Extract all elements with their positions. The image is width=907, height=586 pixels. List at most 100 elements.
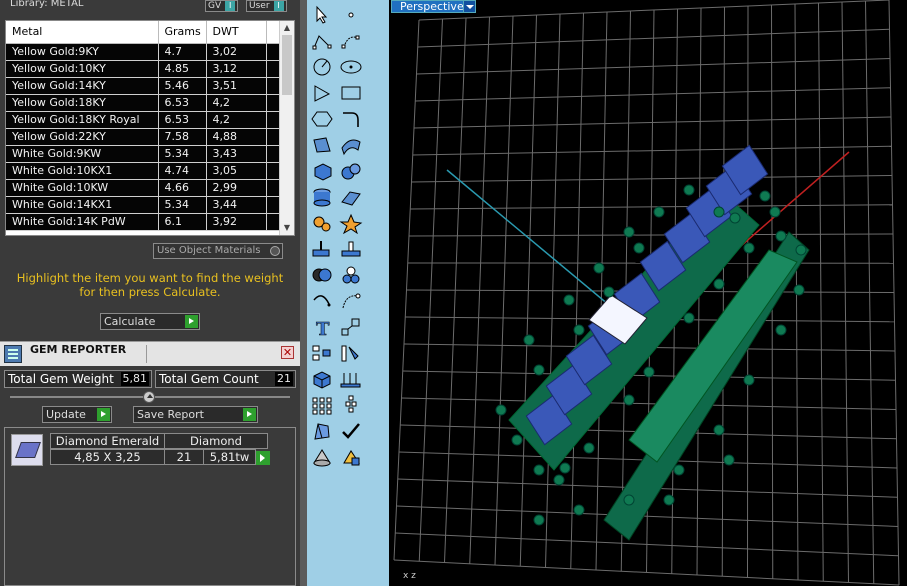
viewport-canvas[interactable]: [389, 0, 907, 586]
dwt-cell: 4,88: [206, 128, 267, 146]
table-row[interactable]: Yellow Gold:9KY 4.7 3,02: [6, 43, 281, 61]
panel-splitter[interactable]: [300, 0, 307, 586]
calculate-label: Calculate: [104, 315, 156, 328]
box-icon[interactable]: [309, 160, 335, 182]
grams-cell: 4.66: [158, 179, 207, 197]
solid-box-icon[interactable]: [309, 368, 335, 390]
prong: [643, 366, 655, 378]
transform-icon[interactable]: [309, 134, 335, 156]
control-points-icon[interactable]: [338, 30, 364, 52]
prong: [593, 262, 605, 274]
table-row[interactable]: White Gold:14K PdW 6.1 3,92: [6, 213, 281, 231]
column-header-grams[interactable]: Grams: [158, 21, 207, 44]
table-row[interactable]: Yellow Gold:10KY 4.85 3,12: [6, 60, 281, 78]
grams-cell: 4.7: [158, 43, 207, 61]
update-button[interactable]: Update: [42, 406, 112, 423]
array-arrows-icon[interactable]: [338, 368, 364, 390]
calculate-button[interactable]: Calculate: [100, 313, 200, 330]
prong: [511, 434, 523, 446]
ellipse-icon[interactable]: [338, 56, 364, 78]
prong: [743, 242, 755, 254]
close-icon[interactable]: ✕: [281, 346, 294, 359]
table-row[interactable]: White Gold:10KX1 4.74 3,05: [6, 162, 281, 180]
dwt-cell: 3,02: [206, 43, 267, 61]
go-arrow-icon[interactable]: [256, 451, 270, 465]
scale-icon[interactable]: [338, 316, 364, 338]
chevron-down-icon[interactable]: [463, 1, 475, 12]
table-row[interactable]: White Gold:14KX1 5.34 3,44: [6, 196, 281, 214]
toggle-icon: I: [273, 1, 284, 11]
polyline-icon[interactable]: [309, 30, 335, 52]
prong: [573, 504, 585, 516]
tool-palette: T: [307, 0, 389, 586]
rebuild-curve-icon[interactable]: [338, 290, 364, 312]
header-divider: [146, 345, 147, 363]
spheres-icon[interactable]: [338, 160, 364, 182]
viewport-view-selector[interactable]: Perspective: [391, 0, 476, 13]
metal-name-cell: Yellow Gold:9KY: [6, 43, 159, 61]
column-header-dwt[interactable]: DWT: [206, 21, 267, 44]
prong: [759, 190, 771, 202]
text-icon[interactable]: T: [309, 316, 335, 341]
arc-icon[interactable]: [309, 290, 335, 312]
gem-material: Diamond: [164, 433, 268, 449]
cylinder-icon[interactable]: [309, 186, 335, 208]
left-panel: Library: METAL GV I User I Metal Grams DWT…: [0, 0, 300, 586]
rectangle-icon[interactable]: [338, 82, 364, 104]
align-icon[interactable]: [309, 342, 335, 364]
boolean-icon[interactable]: [309, 264, 335, 286]
gem-thumbnail-icon: [11, 434, 43, 466]
column-header-metal[interactable]: Metal: [6, 21, 159, 44]
polygon-icon[interactable]: [309, 82, 335, 104]
perspective-viewport[interactable]: Perspective x z: [389, 0, 907, 586]
metal-table-scrollbar[interactable]: ▲ ▼: [279, 21, 294, 235]
use-object-materials-option[interactable]: Use Object Materials: [153, 243, 283, 259]
scroll-thumb[interactable]: [282, 35, 292, 95]
circle-icon[interactable]: [309, 56, 335, 78]
metal-name-cell: Yellow Gold:22KY: [6, 128, 159, 146]
table-row[interactable]: White Gold:10KW 4.66 2,99: [6, 179, 281, 197]
checkmark-icon[interactable]: [338, 420, 364, 442]
cone-icon[interactable]: [309, 446, 335, 468]
point-icon[interactable]: [338, 4, 364, 26]
explode-icon[interactable]: [338, 212, 364, 235]
gear-settings-icon[interactable]: [309, 212, 335, 234]
radio-icon[interactable]: [270, 246, 280, 256]
join-icon[interactable]: [338, 238, 364, 260]
surface-icon[interactable]: [338, 134, 364, 156]
total-gem-count-label: Total Gem Count: [159, 372, 259, 386]
go-arrow-icon: [185, 315, 198, 328]
group-icon[interactable]: [338, 264, 364, 286]
measure-icon[interactable]: [338, 342, 364, 364]
gem-cutter-icon[interactable]: [309, 420, 335, 442]
gv-toggle-button[interactable]: GV I: [205, 0, 239, 12]
use-object-materials-label: Use Object Materials: [157, 245, 261, 256]
scroll-up-icon[interactable]: ▲: [282, 23, 292, 33]
grams-cell: 5.34: [158, 196, 207, 214]
gem-reporter-icon: [4, 345, 22, 363]
grid-array-icon[interactable]: [309, 394, 335, 416]
table-row[interactable]: Yellow Gold:18KY Royal 6.53 4,2: [6, 111, 281, 129]
metal-name-cell: White Gold:14KX1: [6, 196, 159, 214]
scroll-down-icon[interactable]: ▼: [282, 223, 292, 233]
metal-name-cell: Yellow Gold:14KY: [6, 77, 159, 95]
table-row[interactable]: Yellow Gold:22KY 7.58 4,88: [6, 128, 281, 146]
collapse-toggle-icon[interactable]: [143, 391, 155, 403]
table-row[interactable]: White Gold:9KW 5.34 3,43: [6, 145, 281, 163]
table-row[interactable]: Yellow Gold:14KY 5.46 3,51: [6, 77, 281, 95]
save-report-button[interactable]: Save Report: [133, 406, 258, 423]
prong: [723, 454, 735, 466]
select-arrow-icon[interactable]: [309, 4, 335, 26]
viewport-view-label: Perspective: [400, 0, 464, 13]
metal-name-cell: White Gold:10KW: [6, 179, 159, 197]
fillet-curve-icon[interactable]: [338, 108, 364, 130]
go-arrow-icon: [243, 408, 256, 421]
vertical-array-icon[interactable]: [338, 394, 364, 416]
prong: [623, 226, 635, 238]
user-toggle-button[interactable]: User I: [246, 0, 287, 12]
render-icon[interactable]: [338, 446, 364, 468]
table-row[interactable]: Yellow Gold:18KY 6.53 4,2: [6, 94, 281, 112]
hexagon-icon[interactable]: [309, 108, 335, 130]
flat-surface-icon[interactable]: [338, 186, 364, 208]
split-icon[interactable]: [309, 238, 335, 260]
